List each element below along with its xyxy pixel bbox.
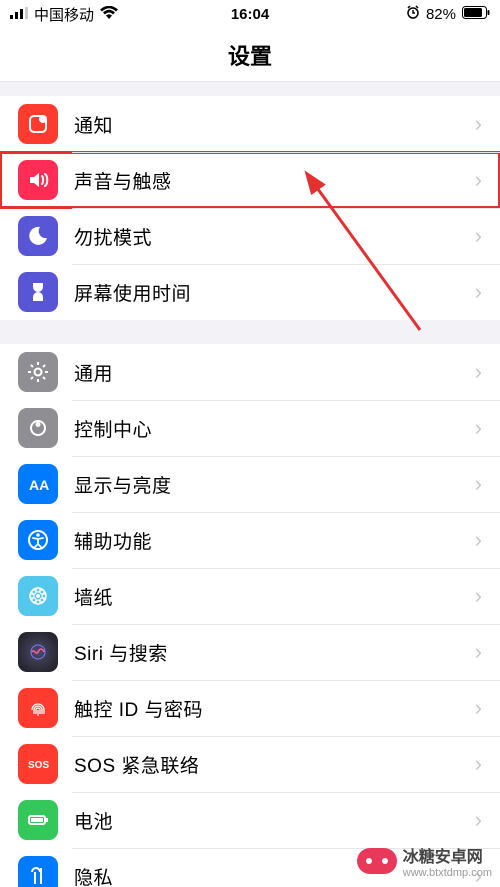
sound-icon <box>18 160 58 200</box>
row-touchid[interactable]: 触控 ID 与密码 › <box>0 680 500 736</box>
row-wallpaper[interactable]: 墙纸 › <box>0 568 500 624</box>
carrier-label: 中国移动 <box>34 4 94 25</box>
row-label: SOS 紧急联络 <box>74 751 475 778</box>
wallpaper-icon <box>18 576 58 616</box>
svg-text:SOS: SOS <box>28 760 49 771</box>
chevron-right-icon: › <box>475 279 482 305</box>
chevron-right-icon: › <box>475 471 482 497</box>
row-control-center[interactable]: 控制中心 › <box>0 400 500 456</box>
siri-icon <box>18 632 58 672</box>
chevron-right-icon: › <box>475 415 482 441</box>
watermark: 冰糖安卓网 www.btxtdmp.com <box>357 843 492 879</box>
watermark-text: 冰糖安卓网 <box>403 843 492 867</box>
dnd-icon <box>18 216 58 256</box>
row-label: 通知 <box>74 111 475 138</box>
row-label: Siri 与搜索 <box>74 639 475 666</box>
row-label: 勿扰模式 <box>74 223 475 250</box>
chevron-right-icon: › <box>475 639 482 665</box>
chevron-right-icon: › <box>475 111 482 137</box>
settings-section-2: 通用 › 控制中心 › AA 显示与亮度 › 辅助功能 › 墙纸 › Siri … <box>0 344 500 887</box>
watermark-badge-icon <box>357 848 397 874</box>
touchid-icon <box>18 688 58 728</box>
row-dnd[interactable]: 勿扰模式 › <box>0 208 500 264</box>
signal-icon <box>10 6 28 23</box>
row-accessibility[interactable]: 辅助功能 › <box>0 512 500 568</box>
battery-row-icon <box>18 800 58 840</box>
battery-pct: 82% <box>426 6 456 23</box>
privacy-icon <box>18 856 58 887</box>
page-title: 设置 <box>228 39 272 71</box>
row-label: 辅助功能 <box>74 527 475 554</box>
accessibility-icon <box>18 520 58 560</box>
chevron-right-icon: › <box>475 167 482 193</box>
status-bar: 中国移动 16:04 82% <box>0 0 500 28</box>
row-label: 通用 <box>74 359 475 386</box>
chevron-right-icon: › <box>475 807 482 833</box>
notification-icon <box>18 104 58 144</box>
row-label: 墙纸 <box>74 583 475 610</box>
settings-section-1: 通知 › 声音与触感 › 勿扰模式 › 屏幕使用时间 › <box>0 96 500 320</box>
row-label: 屏幕使用时间 <box>74 279 475 306</box>
status-left: 中国移动 <box>10 4 118 25</box>
status-right: 82% <box>406 5 490 23</box>
chevron-right-icon: › <box>475 583 482 609</box>
battery-icon <box>462 6 490 23</box>
row-label: 控制中心 <box>74 415 475 442</box>
navbar: 设置 <box>0 28 500 82</box>
screentime-icon <box>18 272 58 312</box>
row-screentime[interactable]: 屏幕使用时间 › <box>0 264 500 320</box>
svg-text:AA: AA <box>29 477 49 493</box>
chevron-right-icon: › <box>475 223 482 249</box>
sos-icon: SOS <box>18 744 58 784</box>
chevron-right-icon: › <box>475 359 482 385</box>
wifi-icon <box>100 6 118 23</box>
row-label: 声音与触感 <box>74 167 475 194</box>
general-icon <box>18 352 58 392</box>
alarm-icon <box>406 5 420 23</box>
row-sound[interactable]: 声音与触感 › <box>0 152 500 208</box>
chevron-right-icon: › <box>475 751 482 777</box>
row-label: 触控 ID 与密码 <box>74 695 475 722</box>
row-siri[interactable]: Siri 与搜索 › <box>0 624 500 680</box>
row-sos[interactable]: SOS SOS 紧急联络 › <box>0 736 500 792</box>
chevron-right-icon: › <box>475 527 482 553</box>
display-icon: AA <box>18 464 58 504</box>
row-label: 电池 <box>74 807 475 834</box>
chevron-right-icon: › <box>475 695 482 721</box>
clock: 16:04 <box>231 6 269 23</box>
row-battery[interactable]: 电池 › <box>0 792 500 848</box>
control-icon <box>18 408 58 448</box>
row-display[interactable]: AA 显示与亮度 › <box>0 456 500 512</box>
row-label: 显示与亮度 <box>74 471 475 498</box>
watermark-url: www.btxtdmp.com <box>403 867 492 879</box>
row-notifications[interactable]: 通知 › <box>0 96 500 152</box>
row-general[interactable]: 通用 › <box>0 344 500 400</box>
